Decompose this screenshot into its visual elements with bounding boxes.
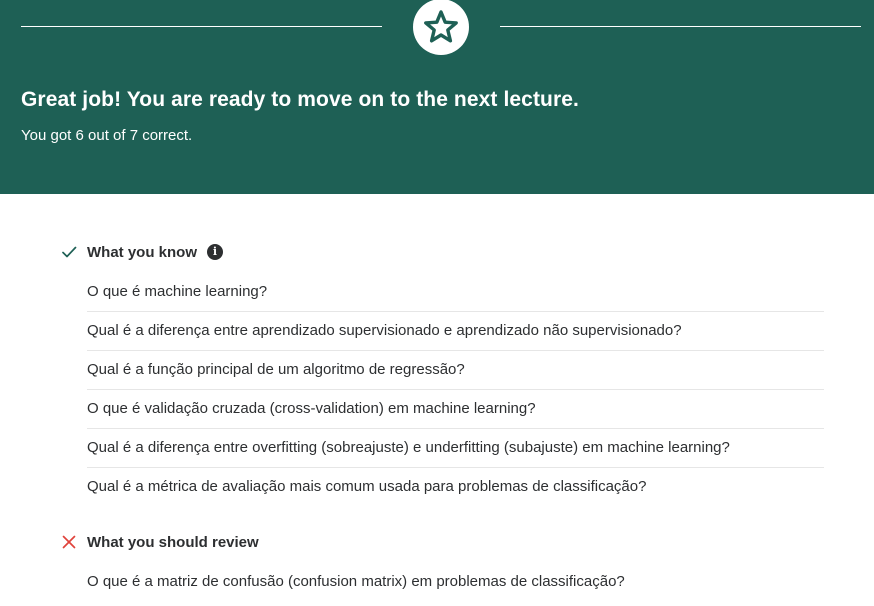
know-question-item[interactable]: Qual é a diferença entre overfitting (so… [87, 429, 824, 468]
know-question-item[interactable]: O que é validação cruzada (cross-validat… [87, 390, 824, 429]
know-question-item[interactable]: Qual é a métrica de avaliação mais comum… [87, 468, 824, 507]
star-icon [424, 10, 458, 43]
result-banner: Great job! You are ready to move on to t… [0, 0, 874, 194]
review-section-header: What you should review [61, 532, 259, 552]
know-question-list: O que é machine learning? Qual é a difere… [87, 273, 824, 507]
know-question-item[interactable]: Qual é a função principal de um algoritm… [87, 351, 824, 390]
know-section-header: What you know i [61, 242, 223, 262]
know-question-item[interactable]: Qual é a diferença entre aprendizado sup… [87, 312, 824, 351]
banner-divider-right [500, 26, 861, 27]
review-question-item[interactable]: O que é a matriz de confusão (confusion … [87, 563, 824, 602]
know-question-item[interactable]: O que é machine learning? [87, 273, 824, 312]
know-section-title: What you know [87, 243, 197, 261]
banner-divider-left [21, 26, 382, 27]
result-headline: Great job! You are ready to move on to t… [21, 88, 579, 111]
x-icon [61, 534, 77, 550]
score-text: You got 6 out of 7 correct. [21, 127, 193, 144]
review-question-list: O que é a matriz de confusão (confusion … [87, 563, 824, 602]
check-icon [61, 244, 77, 260]
star-badge [413, 0, 469, 55]
info-icon[interactable]: i [207, 244, 223, 260]
review-section-title: What you should review [87, 533, 259, 551]
